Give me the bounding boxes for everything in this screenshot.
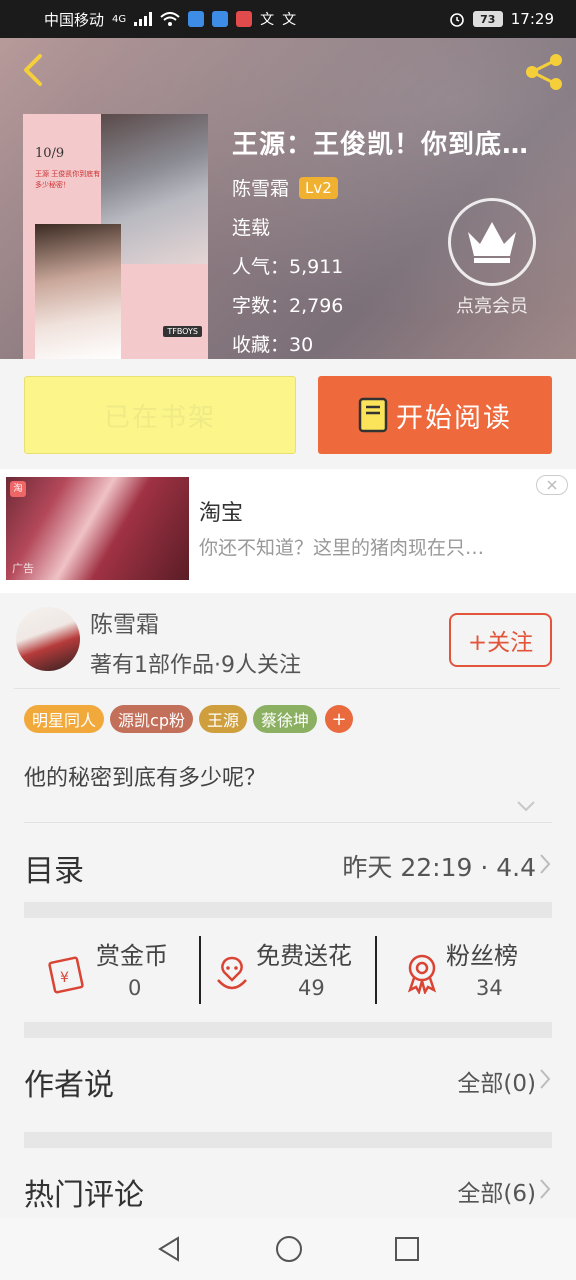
hot-comments-count: 全部(6) [457,1181,536,1207]
reward-coins-value: 0 [128,976,142,1000]
app-notification-icon: 文 [260,12,275,28]
app-notification-icon [188,11,205,27]
cover-photo [35,224,121,359]
table-of-contents-row[interactable]: 目录 昨天 22:19 · 4.4 [0,824,576,902]
add-tag-button[interactable]: + [325,705,354,733]
chevron-left-icon [24,54,42,86]
send-flowers-value: 49 [298,976,325,1000]
cover-date: 10/9 [35,146,65,161]
signal-icon [134,12,153,26]
level-badge: Lv2 [299,176,338,199]
alarm-icon [449,13,464,27]
book-title: 王源：王俊凯！你到底… [232,130,530,160]
tag-item[interactable]: 源凯cp粉 [110,705,193,733]
cover-tag: TFBOYS [163,326,202,337]
author-meta: 著有1部作品·9人关注 [90,653,301,678]
chevron-right-icon [540,854,551,874]
close-icon [547,480,557,490]
stat-separator [199,936,201,1004]
start-reading-button[interactable]: 开始阅读 [318,376,552,454]
author-avatar[interactable] [16,607,80,671]
author-says-row[interactable]: 作者说 全部(0) [0,1038,576,1132]
action-bar: 已在书架 开始阅读 [0,359,576,469]
section-divider [24,1022,552,1038]
status-bar: 中国移动 4G 文 文 73 17:29 [0,0,576,38]
author-says-count: 全部(0) [457,1071,536,1097]
send-flowers-button[interactable]: 免费送花 49 [200,918,376,1022]
flower-icon [217,956,247,990]
award-medal-icon [407,954,437,994]
vip-label: 点亮会员 [456,296,528,317]
carrier-label: 中国移动 [44,10,105,29]
author-says-label: 作者说 [24,1068,114,1103]
back-button[interactable] [14,50,54,90]
tag-item[interactable]: 蔡徐坤 [253,705,318,733]
author-card[interactable]: 陈雪霜 著有1部作品·9人关注 +关注 [0,593,576,688]
in-shelf-button[interactable]: 已在书架 [24,376,296,454]
share-button[interactable] [522,52,566,92]
divider [24,822,552,823]
stat-separator [375,936,377,1004]
share-icon [526,54,562,90]
ad-title: 淘宝 [199,501,244,526]
crown-icon [468,222,516,263]
taobao-logo-icon: 淘 [10,481,26,497]
reward-coins-label: 赏金币 [96,942,168,970]
hot-comments-label: 热门评论 [24,1178,144,1213]
ad-description: 你还不知道？这里的猪肉现在只… [199,537,485,559]
author-link[interactable]: 陈雪霜 [232,174,289,201]
book-cover[interactable]: 10/9 王源 王俊凯你到底有多少秘密！ TFBOYS [23,114,208,359]
send-flowers-label: 免费送花 [256,942,352,970]
vip-button[interactable]: 点亮会员 [442,198,542,318]
fan-ranking-button[interactable]: 粉丝榜 34 [376,918,552,1022]
home-nav-icon[interactable] [275,1235,303,1263]
clock: 17:29 [510,10,554,28]
section-divider [24,902,552,918]
toc-latest-update: 昨天 22:19 · 4.4 [342,853,536,882]
start-reading-label: 开始阅读 [396,402,512,434]
hot-comments-row[interactable]: 热门评论 全部(6) [0,1148,576,1220]
recents-nav-icon[interactable] [394,1236,420,1262]
app-notification-icon: 文 [282,12,297,28]
system-nav-bar [0,1218,576,1280]
ad-close-button[interactable] [536,475,568,495]
fan-ranking-value: 34 [476,976,503,1000]
svg-text:¥: ¥ [60,970,69,986]
coin-envelope-icon: ¥ [48,956,84,994]
divider [14,688,560,689]
tag-list: 明星同人 源凯cp粉 王源 蔡徐坤 + [24,705,354,733]
back-nav-icon[interactable] [156,1235,184,1263]
wifi-icon [160,12,180,26]
tag-item[interactable]: 明星同人 [24,705,105,733]
favorites-count: 收藏：30 [232,334,314,356]
ad-banner[interactable]: 淘 广告 淘宝 你还不知道？这里的猪肉现在只… [0,469,576,593]
network-label: 4G [112,13,127,25]
chevron-right-icon [540,1179,551,1199]
author-name: 陈雪霜 [90,612,159,638]
ad-image: 淘 广告 [6,477,189,580]
section-divider [24,1132,552,1148]
ad-mark: 广告 [12,562,34,575]
stats-row: ¥ 赏金币 0 免费送花 49 粉丝榜 34 [24,918,552,1022]
toc-label: 目录 [24,854,84,889]
chevron-down-icon [517,801,535,812]
book-header: 10/9 王源 王俊凯你到底有多少秘密！ TFBOYS 王源：王俊凯！你到底… … [0,38,576,359]
fan-ranking-label: 粉丝榜 [446,942,518,970]
book-icon [358,397,388,433]
tag-item[interactable]: 王源 [198,705,247,733]
reward-coins-button[interactable]: ¥ 赏金币 0 [24,918,200,1022]
book-intro: 他的秘密到底有多少呢？ [24,766,267,791]
cover-caption: 王源 王俊凯你到底有多少秘密！ [35,170,101,189]
expand-intro-button[interactable] [514,798,538,814]
follow-button[interactable]: +关注 [449,613,552,667]
battery-indicator: 73 [472,11,503,27]
book-notification-icon [236,11,253,27]
chevron-right-icon [540,1069,551,1089]
app-notification-icon [212,11,229,27]
